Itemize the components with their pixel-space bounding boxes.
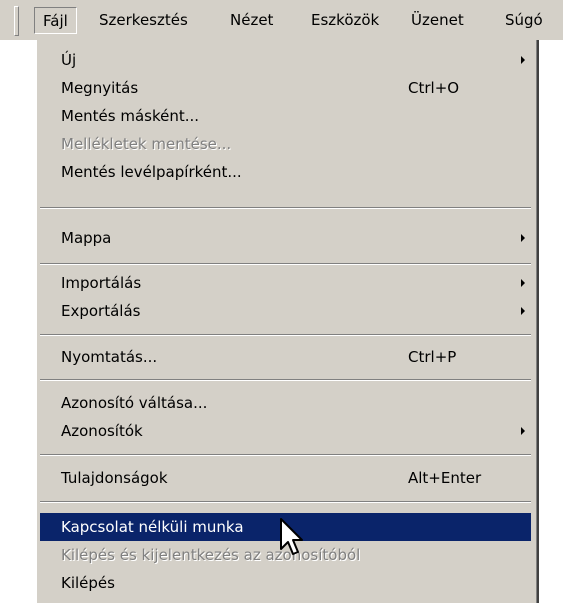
- menu-item-import[interactable]: Importálás: [40, 269, 531, 297]
- menu-item-label: Exportálás: [61, 302, 141, 320]
- menu-item-print[interactable]: Nyomtatás... Ctrl+P: [40, 343, 531, 371]
- menu-help[interactable]: Súgó: [497, 7, 551, 34]
- menu-separator: [40, 263, 531, 265]
- menu-item-shortcut: Ctrl+P: [408, 348, 457, 366]
- menu-item-label: Mentés másként...: [61, 107, 200, 125]
- menu-item-shortcut: Alt+Enter: [408, 469, 482, 487]
- menu-separator: [40, 454, 531, 456]
- menu-separator: [40, 501, 531, 503]
- menu-item-label: Nyomtatás...: [61, 348, 158, 366]
- mouse-pointer-icon: [280, 518, 303, 555]
- menu-item-label: Új: [61, 51, 77, 69]
- menu-item-folder[interactable]: Mappa: [40, 224, 531, 252]
- menu-item-identities[interactable]: Azonosítók: [40, 417, 531, 445]
- menu-view[interactable]: Nézet: [222, 7, 281, 34]
- submenu-arrow-icon: [521, 234, 525, 242]
- menu-item-exit[interactable]: Kilépés: [40, 569, 531, 597]
- menu-item-export[interactable]: Exportálás: [40, 297, 531, 325]
- menu-item-shortcut: Ctrl+O: [408, 79, 460, 97]
- submenu-arrow-icon: [521, 279, 525, 287]
- menu-item-new[interactable]: Új: [40, 46, 531, 74]
- menu-item-save-as-stationery[interactable]: Mentés levélpapírként...: [40, 158, 531, 186]
- menu-item-label: Kilépés: [61, 574, 115, 592]
- menu-item-switch-identity[interactable]: Azonosító váltása...: [40, 389, 531, 417]
- menu-item-label: Megnyitás: [61, 79, 139, 97]
- menu-item-label: Importálás: [61, 274, 142, 292]
- menu-item-label: Mellékletek mentése...: [61, 135, 232, 153]
- menu-item-label: Kapcsolat nélküli munka: [61, 518, 244, 536]
- menu-item-label: Azonosítók: [61, 422, 143, 440]
- menu-separator: [40, 379, 531, 381]
- menu-separator: [40, 207, 531, 209]
- menu-item-save-as[interactable]: Mentés másként...: [40, 102, 531, 130]
- menu-item-label: Kilépés és kijelentkezés az azonosítóból: [61, 546, 361, 564]
- submenu-arrow-icon: [521, 427, 525, 435]
- menu-item-label: Azonosító váltása...: [61, 394, 208, 412]
- menu-edit[interactable]: Szerkesztés: [91, 7, 196, 34]
- submenu-arrow-icon: [521, 307, 525, 315]
- menu-separator: [40, 334, 531, 336]
- menu-item-label: Mappa: [61, 229, 112, 247]
- menu-item-label: Mentés levélpapírként...: [61, 163, 242, 181]
- menu-item-label: Tulajdonságok: [61, 469, 168, 487]
- menu-tools[interactable]: Eszközök: [303, 7, 387, 34]
- menu-item-save-attachments: Mellékletek mentése...: [40, 130, 531, 158]
- menu-file[interactable]: Fájl: [34, 7, 77, 34]
- menu-item-open[interactable]: Megnyitás Ctrl+O: [40, 74, 531, 102]
- menu-item-properties[interactable]: Tulajdonságok Alt+Enter: [40, 464, 531, 492]
- submenu-arrow-icon: [521, 56, 525, 64]
- toolbar-grip[interactable]: [14, 6, 19, 36]
- menu-message[interactable]: Üzenet: [403, 7, 472, 34]
- menu-bar: Fájl Szerkesztés Nézet Eszközök Üzenet S…: [0, 0, 563, 41]
